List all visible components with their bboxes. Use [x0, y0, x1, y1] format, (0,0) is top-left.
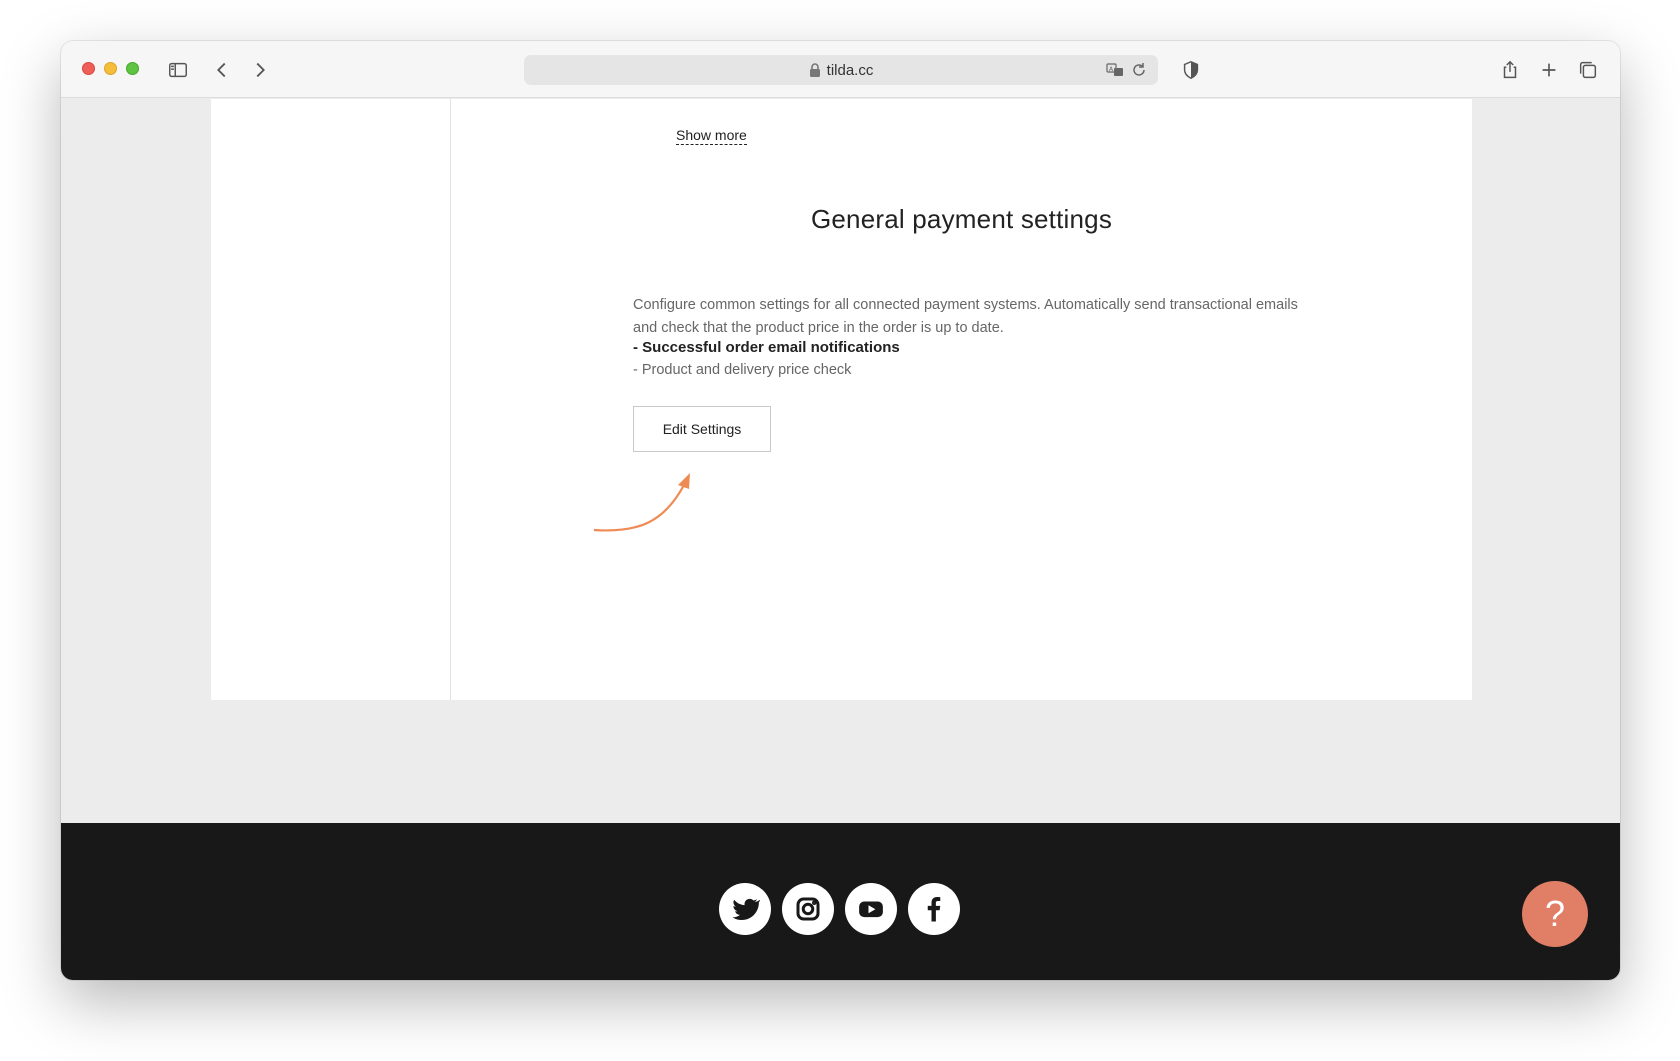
- share-icon[interactable]: [1498, 58, 1522, 82]
- lock-icon: [809, 63, 820, 77]
- section-description: Configure common settings for all connec…: [633, 297, 1298, 336]
- page-viewport: Show more General payment settings Confi…: [61, 99, 1620, 980]
- chevron-right-icon[interactable]: [248, 58, 272, 82]
- instagram-icon[interactable]: [782, 883, 834, 935]
- plus-icon[interactable]: [1537, 58, 1561, 82]
- facebook-icon[interactable]: [908, 883, 960, 935]
- bullet-price-check: - Product and delivery price check: [633, 362, 852, 378]
- help-button[interactable]: ?: [1522, 881, 1588, 947]
- show-more-link[interactable]: Show more: [676, 127, 747, 145]
- tabs-icon[interactable]: [1576, 58, 1600, 82]
- shield-icon[interactable]: [1179, 58, 1203, 82]
- section-title: General payment settings: [810, 204, 1113, 234]
- url-text: tilda.cc: [826, 61, 874, 79]
- bullet-email-notifications: - Successful order email notifications: [633, 339, 900, 356]
- youtube-icon[interactable]: [845, 883, 897, 935]
- zoom-window-button[interactable]: [126, 62, 139, 75]
- site-footer: ?: [61, 823, 1620, 980]
- browser-toolbar: tilda.cc A: [61, 41, 1620, 98]
- translate-icon[interactable]: A: [1106, 61, 1124, 79]
- browser-window: tilda.cc A Show more General payment set…: [61, 41, 1620, 980]
- social-links: [719, 883, 960, 935]
- reload-icon[interactable]: [1130, 61, 1148, 79]
- annotation-arrow-icon: [594, 473, 690, 532]
- chevron-left-icon[interactable]: [210, 58, 234, 82]
- twitter-icon[interactable]: [719, 883, 771, 935]
- edit-settings-button[interactable]: Edit Settings: [633, 406, 771, 452]
- close-window-button[interactable]: [82, 62, 95, 75]
- content-card: Show more General payment settings Confi…: [211, 99, 1472, 700]
- left-sidebar-pane: [211, 99, 451, 700]
- sidebar-icon[interactable]: [166, 58, 190, 82]
- address-bar[interactable]: tilda.cc A: [524, 55, 1158, 85]
- minimize-window-button[interactable]: [104, 62, 117, 75]
